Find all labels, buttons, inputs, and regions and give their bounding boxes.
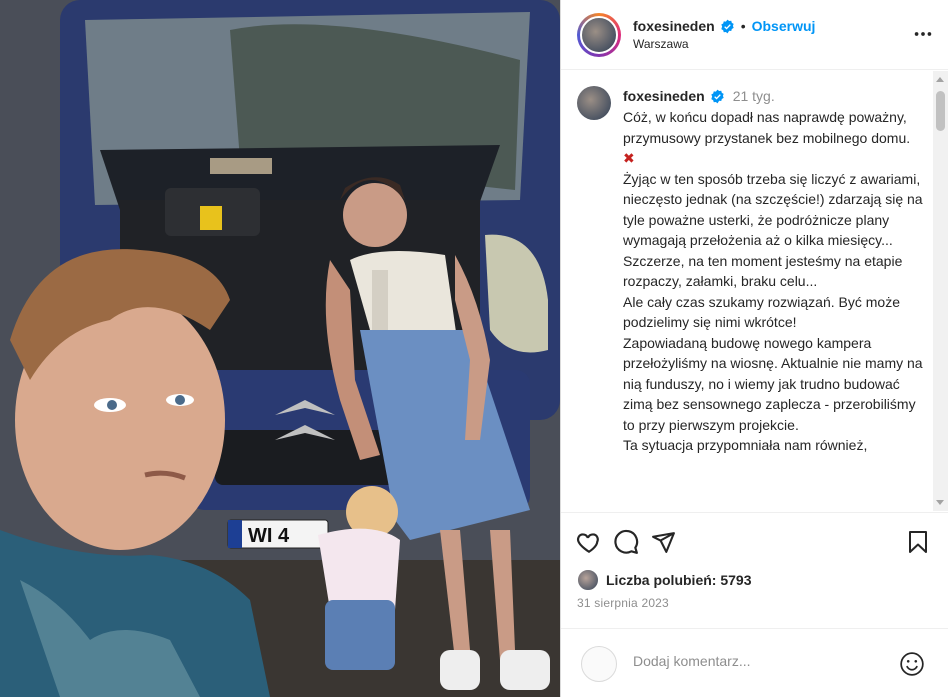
- story-ring[interactable]: [577, 12, 621, 57]
- caption: foxesineden 21 tyg. Cóż, w końcu dopadł …: [577, 85, 933, 456]
- comment-section: [561, 628, 948, 697]
- emoji-icon[interactable]: [899, 651, 927, 679]
- caption-time[interactable]: 21 tyg.: [733, 88, 775, 104]
- comment-input[interactable]: [633, 653, 883, 669]
- caption-body: foxesineden 21 tyg. Cóż, w końcu dopadł …: [623, 85, 923, 456]
- action-bar: [577, 527, 935, 559]
- header-separator: •: [740, 18, 746, 34]
- more-horizontal-icon[interactable]: [911, 22, 935, 46]
- caption-username[interactable]: foxesineden: [623, 88, 705, 104]
- current-user-avatar: [581, 646, 617, 682]
- scroll-up-arrow-icon[interactable]: [936, 77, 944, 82]
- verified-badge-icon: [720, 19, 735, 34]
- caption-text: Cóż, w końcu dopadł nas naprawdę poważny…: [623, 107, 923, 456]
- likes-count[interactable]: Liczba polubień: 5793: [606, 572, 751, 588]
- bookmark-icon[interactable]: [903, 527, 933, 557]
- post-photo-illustration: WI 4: [0, 0, 560, 697]
- post-photo[interactable]: WI 4: [0, 0, 560, 697]
- scroll-down-arrow-icon[interactable]: [936, 500, 944, 505]
- username[interactable]: foxesineden: [633, 18, 715, 34]
- share-icon[interactable]: [648, 527, 678, 557]
- avatar[interactable]: [580, 15, 618, 54]
- likes-row[interactable]: Liczba polubień: 5793: [577, 569, 751, 591]
- liker-avatar[interactable]: [577, 569, 599, 591]
- comment-icon[interactable]: [611, 527, 641, 557]
- header-line: foxesineden • Obserwuj: [633, 18, 815, 34]
- actions-section: Liczba polubień: 5793 31 sierpnia 2023: [561, 512, 948, 620]
- caption-scroll-area[interactable]: foxesineden 21 tyg. Cóż, w końcu dopadł …: [561, 71, 948, 511]
- caption-head: foxesineden 21 tyg.: [623, 85, 923, 107]
- license-plate-text: WI 4: [248, 525, 290, 547]
- verified-badge-icon: [710, 89, 725, 104]
- caption-text-part-1: Cóż, w końcu dopadł nas naprawdę poważny…: [623, 109, 911, 146]
- post-header: foxesineden • Obserwuj Warszawa: [561, 0, 948, 70]
- scrollbar-thumb[interactable]: [936, 91, 945, 131]
- caption-avatar[interactable]: [577, 86, 611, 120]
- post-side-panel: foxesineden • Obserwuj Warszawa foxesine…: [560, 0, 948, 697]
- location-link[interactable]: Warszawa: [633, 37, 815, 51]
- heart-icon[interactable]: [574, 527, 604, 557]
- header-text: foxesineden • Obserwuj Warszawa: [633, 18, 815, 51]
- post-date[interactable]: 31 sierpnia 2023: [577, 596, 669, 610]
- caption-scrollbar[interactable]: [933, 71, 948, 511]
- cross-mark-emoji: ✖: [623, 150, 635, 166]
- follow-button[interactable]: Obserwuj: [752, 18, 816, 34]
- caption-text-part-2: Żyjąc w ten sposób trzeba się liczyć z a…: [623, 170, 923, 454]
- instagram-post-view: WI 4 foxesineden • Obserwuj Warszawa fox…: [0, 0, 948, 697]
